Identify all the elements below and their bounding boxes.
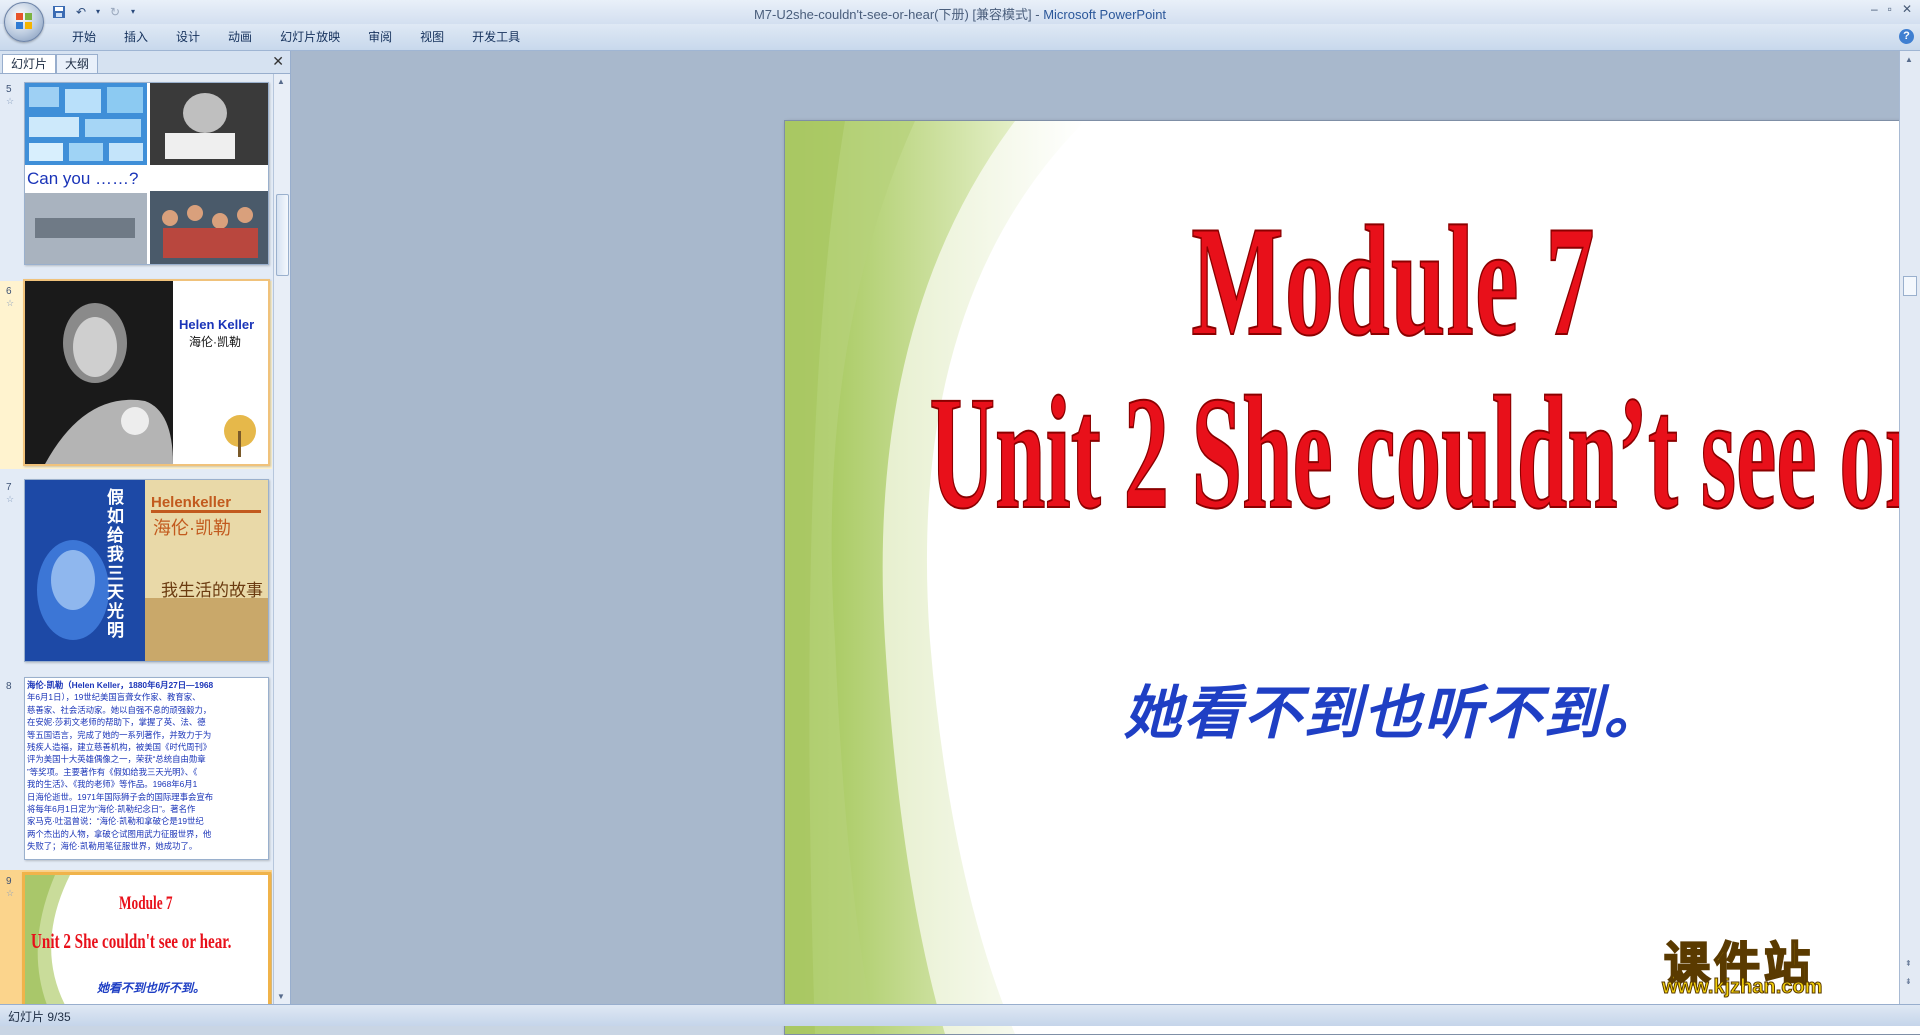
tab-review[interactable]: 审阅 bbox=[354, 29, 406, 45]
help-icon[interactable]: ? bbox=[1899, 29, 1914, 44]
slide-8-text-line: 在安妮·莎莉文老师的帮助下，掌握了英、法、德 bbox=[27, 717, 206, 728]
scroll-thumb[interactable] bbox=[276, 194, 289, 276]
tab-view[interactable]: 视图 bbox=[406, 29, 458, 45]
slide-9-title: Module 7 bbox=[119, 893, 173, 914]
slide-8-text-line: 日海伦逝世。1971年国际狮子会的国际理事会宣布 bbox=[27, 791, 214, 802]
thumbnail-scrollbar[interactable]: ▲ ▼ bbox=[273, 74, 290, 1004]
slide-9-cn: 她看不到也听不到。 bbox=[97, 981, 206, 995]
close-pane-icon[interactable]: ✕ bbox=[272, 53, 284, 70]
slide-canvas: Module 7 Unit 2 She couldn’t see or hear… bbox=[291, 51, 1920, 1035]
watermark-url: www.kjzhan.com bbox=[1661, 976, 1823, 999]
slide-8-text-line: 年6月1日），19世纪美国盲聋女作家、教育家、 bbox=[27, 692, 201, 703]
office-button[interactable] bbox=[4, 2, 44, 42]
previous-slide-icon[interactable]: ⇞ bbox=[1905, 959, 1912, 968]
slide-counter: 幻灯片 9/35 bbox=[8, 1010, 71, 1024]
slide-thumbnail-9[interactable]: Module 7 Unit 2 She couldn't see or hear… bbox=[22, 872, 271, 1004]
transition-icon: ☆ bbox=[6, 96, 15, 106]
tab-animations[interactable]: 动画 bbox=[214, 29, 266, 45]
close-button[interactable]: ✕ bbox=[1902, 2, 1912, 16]
slide-8-text-line: 等五国语言，完成了她的一系列著作，并致力于为 bbox=[27, 729, 212, 740]
slide-scrollbar[interactable]: ▲ ⇞ ⇟ bbox=[1899, 51, 1920, 1004]
slide-7-book2-cn: 海伦·凯勒 bbox=[153, 518, 231, 538]
tab-design[interactable]: 设计 bbox=[162, 29, 214, 45]
slide-8-text-line: 残疾人造福，建立慈善机构，被美国《时代周刊》 bbox=[27, 742, 212, 753]
slide-6-name-cn: 海伦·凯勒 bbox=[189, 335, 241, 349]
slide-8-text-line: 评为美国十大英雄偶像之一，荣获“总统自由勋章 bbox=[27, 754, 206, 765]
slide-8-text-line: ”等奖项。主要著作有《假如给我三天光明》、《 bbox=[27, 766, 198, 777]
slide-number: 9 bbox=[6, 876, 12, 887]
office-logo-icon bbox=[16, 13, 32, 29]
slide-thumbnail-7[interactable]: 假如给我三天光明 Helenkeller 海伦·凯勒 我生活的故事 bbox=[24, 479, 269, 662]
tab-insert[interactable]: 插入 bbox=[110, 29, 162, 45]
slide-8-text-line: 家马克·吐温曾说：“海伦·凯勒和拿破仑是19世纪 bbox=[27, 816, 204, 827]
ribbon: 开始 插入 设计 动画 幻灯片放映 审阅 视图 开发工具 ? bbox=[0, 24, 1920, 51]
slide-8-text-line: 慈善家、社会活动家。她以自强不息的顽强毅力， bbox=[27, 704, 212, 715]
slide-7-book2-en: Helenkeller bbox=[151, 494, 232, 511]
slide-9-subtitle: Unit 2 She couldn't see or hear. bbox=[31, 929, 232, 953]
status-bar: 幻灯片 9/35 bbox=[0, 1004, 1920, 1026]
slide-7-book2-sub: 我生活的故事 bbox=[161, 581, 263, 600]
slide-8-text-line: 失败了；海伦·凯勒用笔征服世界，她成功了。 bbox=[27, 841, 198, 852]
slide-thumbnail-8[interactable]: 海伦·凯勒（Helen Keller，1880年6月27日—1968 年6月1日）… bbox=[24, 677, 269, 860]
slides-pane: 幻灯片 大纲 ✕ 5 ☆ Can you ……? 6 ☆ Helen Kelle… bbox=[0, 51, 291, 1004]
scroll-down-icon[interactable]: ▼ bbox=[277, 992, 285, 1001]
transition-icon: ☆ bbox=[6, 494, 15, 504]
window-title: M7-U2she-couldn't-see-or-hear(下册) [兼容模式]… bbox=[753, 7, 1167, 22]
slide-number: 8 bbox=[6, 681, 12, 692]
slide-subtitle: Unit 2 She couldn’t see or hear. bbox=[929, 363, 1920, 544]
slide-7-book1: 假如给我三天光明 bbox=[107, 488, 124, 640]
tab-developer[interactable]: 开发工具 bbox=[458, 29, 534, 45]
title-bar: ↶ ▾ ↻ ▾ M7-U2she-couldn't-see-or-hear(下册… bbox=[0, 0, 1920, 24]
thumbnail-list: 5 ☆ Can you ……? 6 ☆ Helen Keller 海伦·凯勒 7… bbox=[0, 74, 272, 1004]
scroll-up-icon[interactable]: ▲ bbox=[277, 77, 285, 86]
slide-number: 5 bbox=[6, 84, 12, 95]
transition-icon: ☆ bbox=[6, 888, 15, 898]
tab-slides[interactable]: 幻灯片 bbox=[2, 54, 57, 73]
tab-outline[interactable]: 大纲 bbox=[56, 54, 99, 73]
minimize-button[interactable]: – bbox=[1871, 2, 1878, 16]
maximize-button[interactable]: ▫ bbox=[1888, 2, 1892, 16]
slide-8-text-line: 将每年6月1日定为“海伦·凯勒纪念日”。著名作 bbox=[27, 804, 196, 815]
slide-number: 7 bbox=[6, 482, 12, 493]
transition-icon: ☆ bbox=[6, 298, 15, 308]
slide-number: 6 bbox=[6, 286, 12, 297]
slide-8-text-line: 海伦·凯勒（Helen Keller，1880年6月27日—1968 bbox=[27, 680, 214, 690]
kjzhan-watermark-logo: 课件站 www.kjzhan.com bbox=[1654, 928, 1894, 999]
next-slide-icon[interactable]: ⇟ bbox=[1905, 977, 1912, 986]
slide-8-text-line: 两个杰出的人物，拿破仑试图用武力征服世界，他 bbox=[27, 828, 212, 839]
current-slide[interactable]: Module 7 Unit 2 She couldn’t see or hear… bbox=[784, 120, 1920, 1035]
scroll-thumb[interactable] bbox=[1903, 276, 1917, 296]
slide-8-text: 海伦·凯勒（Helen Keller，1880年6月27日—1968 年6月1日）… bbox=[27, 679, 265, 853]
slide-thumbnail-6[interactable]: Helen Keller 海伦·凯勒 bbox=[23, 279, 270, 466]
slide-5-text: Can you ……? bbox=[27, 169, 139, 188]
slide-8-text-line: 我的生活》、《我的老师》等作品。1968年6月1 bbox=[27, 779, 198, 790]
tab-slideshow[interactable]: 幻灯片放映 bbox=[266, 29, 354, 45]
slide-6-name-en: Helen Keller bbox=[179, 317, 255, 332]
slide-title: Module 7 bbox=[1191, 193, 1596, 370]
slide-thumbnail-5[interactable]: Can you ……? bbox=[24, 82, 269, 265]
tab-home[interactable]: 开始 bbox=[58, 29, 110, 45]
scroll-up-icon[interactable]: ▲ bbox=[1905, 55, 1913, 64]
slide-chinese-subtitle: 她看不到也听不到。 bbox=[1123, 681, 1664, 746]
